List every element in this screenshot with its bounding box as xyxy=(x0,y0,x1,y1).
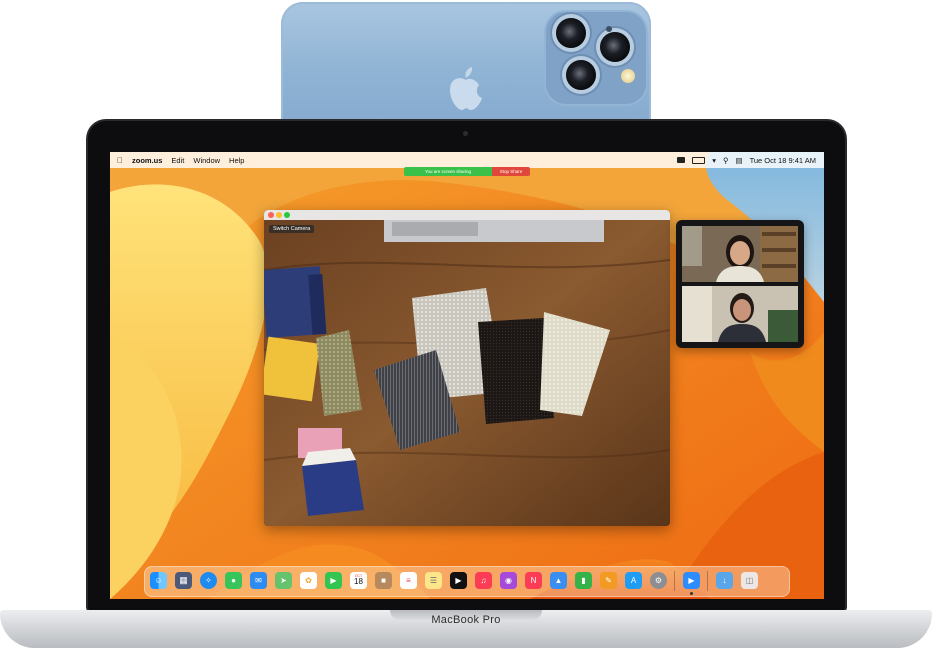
dock-divider xyxy=(674,571,675,591)
maps-icon[interactable]: ➤ xyxy=(275,572,292,589)
camera-indicator-icon[interactable] xyxy=(677,157,686,163)
iphone-mic-icon xyxy=(606,26,612,32)
switch-camera-button[interactable]: Switch Camera xyxy=(269,225,315,233)
dock: ☺ ▦ ✧ ● ✉ ➤ ✿ ▶ OCT 18 ■ ≡ ☰ ▶ ♫ ◉ N ▲ ▮… xyxy=(144,566,790,597)
menu-bar:  zoom.us Edit Window Help ▾ ⚲ ▤ Tue Oct… xyxy=(110,152,824,168)
clock[interactable]: Tue Oct 18 9:41 AM xyxy=(750,156,816,165)
wifi-icon[interactable]: ▾ xyxy=(712,156,716,165)
close-window-icon[interactable] xyxy=(268,212,274,218)
sharing-status[interactable]: You are screen sharing xyxy=(404,167,492,176)
iphone-lens-ultra-icon xyxy=(566,60,596,90)
desk-view-video xyxy=(264,210,670,526)
iphone-flash-icon xyxy=(621,69,635,83)
iphone-lens-tele-icon xyxy=(600,32,630,62)
stop-share-label: Stop Share xyxy=(499,169,523,174)
dock-divider-2 xyxy=(707,571,708,591)
camera-view-window: Switch Camera xyxy=(264,210,670,526)
minimize-window-icon[interactable] xyxy=(276,212,282,218)
zoom-running-indicator xyxy=(690,592,693,595)
messages-icon[interactable]: ● xyxy=(225,572,242,589)
reminders-icon[interactable]: ≡ xyxy=(400,572,417,589)
keynote-icon[interactable]: ▲ xyxy=(550,572,567,589)
battery-icon[interactable] xyxy=(692,156,706,164)
menu-app-name[interactable]: zoom.us xyxy=(132,156,162,165)
notes-icon[interactable]: ☰ xyxy=(425,572,442,589)
search-icon[interactable]: ⚲ xyxy=(723,156,729,165)
sharing-status-label: You are screen sharing xyxy=(424,169,472,174)
apple-logo-icon xyxy=(450,67,482,110)
trash-icon[interactable]: ◫ xyxy=(741,572,758,589)
laptop-brand-label: MacBook Pro xyxy=(431,614,501,626)
photos-icon[interactable]: ✿ xyxy=(300,572,317,589)
mail-icon[interactable]: ✉ xyxy=(250,572,267,589)
launchpad-icon[interactable]: ▦ xyxy=(175,572,192,589)
news-icon[interactable]: N xyxy=(525,572,542,589)
window-title-bar xyxy=(264,210,670,220)
menu-window[interactable]: Window xyxy=(193,156,220,165)
zoom-window-icon[interactable] xyxy=(284,212,290,218)
participant-video-1[interactable] xyxy=(682,226,798,282)
menu-extras: ▾ ⚲ ▤ Tue Oct 18 9:41 AM xyxy=(677,152,816,168)
control-center-icon[interactable]: ▤ xyxy=(735,156,742,165)
menu-edit[interactable]: Edit xyxy=(171,156,184,165)
zoom-icon[interactable]: ▶ xyxy=(683,572,700,589)
apple-menu-icon[interactable]:  xyxy=(117,156,123,165)
safari-icon[interactable]: ✧ xyxy=(200,572,217,589)
numbers-icon[interactable]: ▮ xyxy=(575,572,592,589)
contacts-icon[interactable]: ■ xyxy=(375,572,392,589)
laptop-screen:  zoom.us Edit Window Help ▾ ⚲ ▤ Tue Oct… xyxy=(110,152,824,599)
laptop-webcam-icon xyxy=(463,131,468,136)
finder-icon[interactable]: ☺ xyxy=(150,572,167,589)
menu-help[interactable]: Help xyxy=(229,156,244,165)
facetime-icon[interactable]: ▶ xyxy=(325,572,342,589)
calendar-day: 18 xyxy=(354,577,363,587)
participant-video-panel xyxy=(676,220,804,348)
tv-icon[interactable]: ▶ xyxy=(450,572,467,589)
app-store-icon[interactable]: A xyxy=(625,572,642,589)
participant-video-2[interactable] xyxy=(682,286,798,342)
system-settings-icon[interactable]: ⚙ xyxy=(650,572,667,589)
podcasts-icon[interactable]: ◉ xyxy=(500,572,517,589)
music-icon[interactable]: ♫ xyxy=(475,572,492,589)
downloads-folder-icon[interactable]: ↓ xyxy=(716,572,733,589)
iphone-lens-wide-icon xyxy=(556,18,586,48)
stop-share-button[interactable]: Stop Share xyxy=(492,167,530,176)
pages-icon[interactable]: ✎ xyxy=(600,572,617,589)
screen-sharing-bar: You are screen sharing Stop Share xyxy=(404,167,530,176)
calendar-icon[interactable]: OCT 18 xyxy=(350,572,367,589)
